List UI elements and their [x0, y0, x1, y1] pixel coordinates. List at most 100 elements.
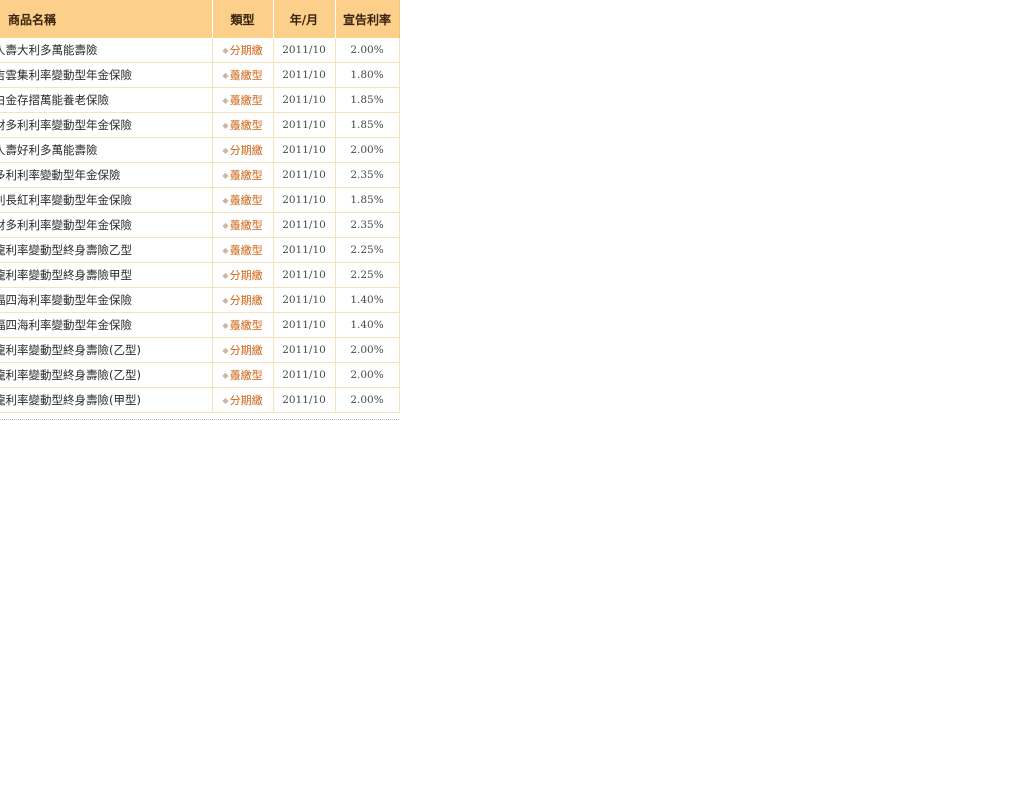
table-row: 人壽大利多萬能壽險 ◆分期繳 2011/10 2.00%	[0, 38, 400, 63]
declared-rate-cell: 2.00%	[335, 362, 400, 388]
type-cell: ◆分期繳	[212, 38, 274, 63]
year-month-cell: 2011/10	[273, 38, 336, 63]
type-cell: ◆分期繳	[212, 287, 274, 313]
year-month-cell: 2011/10	[273, 387, 336, 413]
table-bottom-divider	[0, 413, 399, 420]
table-row: 吉雲集利率變動型年金保險 ◆躉繳型 2011/10 1.80%	[0, 62, 400, 88]
table-row: 利長紅利率變動型年金保險 ◆躉繳型 2011/10 1.85%	[0, 187, 400, 213]
type-link[interactable]: 躉繳型	[230, 94, 263, 107]
type-cell: ◆躉繳型	[212, 112, 274, 138]
table-row: 人壽好利多萬能壽險 ◆分期繳 2011/10 2.00%	[0, 137, 400, 163]
product-name-cell: 白金存摺萬能養老保險	[0, 87, 213, 113]
product-name-cell: 人壽大利多萬能壽險	[0, 38, 213, 63]
header-row: 商品名稱 類型 年/月 宣告利率	[0, 0, 400, 38]
declared-rate-cell: 2.25%	[335, 237, 400, 263]
type-link[interactable]: 躉繳型	[230, 169, 263, 182]
declared-rate-cell: 1.85%	[335, 187, 400, 213]
header-product-name: 商品名稱	[0, 0, 213, 38]
type-link[interactable]: 躉繳型	[230, 244, 263, 257]
type-link[interactable]: 分期繳	[230, 269, 263, 282]
type-cell: ◆躉繳型	[212, 312, 274, 338]
type-cell: ◆躉繳型	[212, 87, 274, 113]
diamond-icon: ◆	[222, 396, 229, 405]
year-month-cell: 2011/10	[273, 212, 336, 238]
year-month-cell: 2011/10	[273, 112, 336, 138]
table-row: 龍利率變動型終身壽險(乙型) ◆分期繳 2011/10 2.00%	[0, 337, 400, 363]
table-row: 龍利率變動型終身壽險甲型 ◆分期繳 2011/10 2.25%	[0, 262, 400, 288]
header-type: 類型	[212, 0, 274, 38]
year-month-cell: 2011/10	[273, 312, 336, 338]
declared-rate-cell: 1.40%	[335, 287, 400, 313]
declared-rate-cell: 2.35%	[335, 212, 400, 238]
type-cell: ◆分期繳	[212, 137, 274, 163]
type-link[interactable]: 分期繳	[230, 394, 263, 407]
type-link[interactable]: 分期繳	[230, 344, 263, 357]
table-row: 白金存摺萬能養老保險 ◆躉繳型 2011/10 1.85%	[0, 87, 400, 113]
rates-table: 商品名稱 類型 年/月 宣告利率 人壽大利多萬能壽險 ◆分期繳 2011/10 2.0…	[0, 0, 400, 413]
product-name-cell: 人壽好利多萬能壽險	[0, 137, 213, 163]
declared-rate-cell: 1.85%	[335, 112, 400, 138]
declared-rate-cell: 2.35%	[335, 162, 400, 188]
diamond-icon: ◆	[222, 121, 229, 130]
diamond-icon: ◆	[222, 96, 229, 105]
type-link[interactable]: 分期繳	[230, 144, 263, 157]
diamond-icon: ◆	[222, 346, 229, 355]
type-link[interactable]: 分期繳	[230, 294, 263, 307]
year-month-cell: 2011/10	[273, 262, 336, 288]
declared-rate-cell: 1.80%	[335, 62, 400, 88]
type-cell: ◆分期繳	[212, 387, 274, 413]
type-link[interactable]: 分期繳	[230, 44, 263, 57]
year-month-cell: 2011/10	[273, 337, 336, 363]
year-month-cell: 2011/10	[273, 237, 336, 263]
header-year-month: 年/月	[273, 0, 336, 38]
product-name-cell: 吉雲集利率變動型年金保險	[0, 62, 213, 88]
diamond-icon: ◆	[222, 296, 229, 305]
product-name-cell: 龍利率變動型終身壽險(甲型)	[0, 387, 213, 413]
product-name-cell: 福四海利率變動型年金保險	[0, 312, 213, 338]
table-body: 人壽大利多萬能壽險 ◆分期繳 2011/10 2.00% 吉雲集利率變動型年金保險 ◆躉繳…	[0, 38, 400, 413]
table-row: 多利利率變動型年金保險 ◆躉繳型 2011/10 2.35%	[0, 162, 400, 188]
table-row: 龍利率變動型終身壽險(乙型) ◆躉繳型 2011/10 2.00%	[0, 362, 400, 388]
table-row: 福四海利率變動型年金保險 ◆分期繳 2011/10 1.40%	[0, 287, 400, 313]
product-name-cell: 龍利率變動型終身壽險(乙型)	[0, 362, 213, 388]
year-month-cell: 2011/10	[273, 162, 336, 188]
declared-rate-cell: 2.00%	[335, 387, 400, 413]
type-link[interactable]: 躉繳型	[230, 369, 263, 382]
diamond-icon: ◆	[222, 271, 229, 280]
type-link[interactable]: 躉繳型	[230, 69, 263, 82]
year-month-cell: 2011/10	[273, 87, 336, 113]
table-row: 財多利利率變動型年金保險 ◆躉繳型 2011/10 1.85%	[0, 112, 400, 138]
declared-rate-cell: 2.00%	[335, 38, 400, 63]
diamond-icon: ◆	[222, 321, 229, 330]
rates-table-container: 商品名稱 類型 年/月 宣告利率 人壽大利多萬能壽險 ◆分期繳 2011/10 2.0…	[0, 0, 400, 420]
declared-rate-cell: 2.00%	[335, 137, 400, 163]
diamond-icon: ◆	[222, 246, 229, 255]
product-name-cell: 龍利率變動型終身壽險甲型	[0, 262, 213, 288]
type-cell: ◆躉繳型	[212, 62, 274, 88]
table-header: 商品名稱 類型 年/月 宣告利率	[0, 0, 400, 38]
year-month-cell: 2011/10	[273, 137, 336, 163]
type-cell: ◆躉繳型	[212, 212, 274, 238]
type-link[interactable]: 躉繳型	[230, 219, 263, 232]
diamond-icon: ◆	[222, 171, 229, 180]
product-name-cell: 財多利利率變動型年金保險	[0, 212, 213, 238]
type-cell: ◆躉繳型	[212, 362, 274, 388]
product-name-cell: 多利利率變動型年金保險	[0, 162, 213, 188]
year-month-cell: 2011/10	[273, 287, 336, 313]
table-row: 龍利率變動型終身壽險(甲型) ◆分期繳 2011/10 2.00%	[0, 387, 400, 413]
type-cell: ◆躉繳型	[212, 162, 274, 188]
table-row: 福四海利率變動型年金保險 ◆躉繳型 2011/10 1.40%	[0, 312, 400, 338]
diamond-icon: ◆	[222, 196, 229, 205]
diamond-icon: ◆	[222, 46, 229, 55]
diamond-icon: ◆	[222, 221, 229, 230]
year-month-cell: 2011/10	[273, 362, 336, 388]
type-cell: ◆分期繳	[212, 262, 274, 288]
declared-rate-cell: 1.40%	[335, 312, 400, 338]
year-month-cell: 2011/10	[273, 62, 336, 88]
product-name-cell: 福四海利率變動型年金保險	[0, 287, 213, 313]
type-cell: ◆分期繳	[212, 337, 274, 363]
header-declared-rate: 宣告利率	[335, 0, 400, 38]
type-link[interactable]: 躉繳型	[230, 194, 263, 207]
type-link[interactable]: 躉繳型	[230, 319, 263, 332]
type-link[interactable]: 躉繳型	[230, 119, 263, 132]
